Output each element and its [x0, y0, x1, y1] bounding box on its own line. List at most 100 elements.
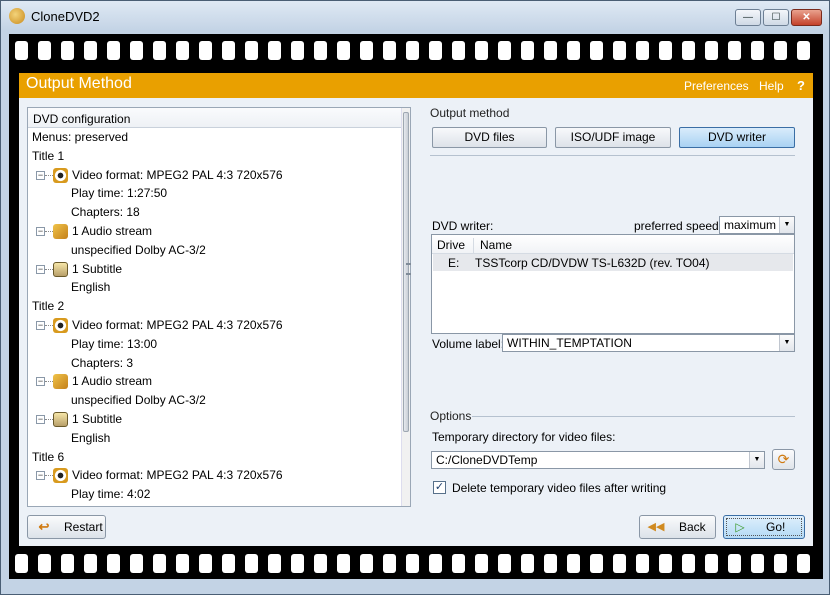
help-links: Preferences Help ?	[677, 78, 805, 93]
collapse-icon[interactable]: −	[36, 414, 45, 424]
tree-branch[interactable]: − Video format: MPEG2 PAL 4:3 720x576	[28, 166, 402, 185]
tree-leaf[interactable]: unspecified Dolby AC-3/2	[28, 241, 402, 260]
tree-branch[interactable]: − 1 Subtitle	[28, 260, 402, 279]
tree-node[interactable]: Title 2	[28, 297, 402, 316]
chevron-down-icon[interactable]: ▼	[779, 335, 794, 351]
chevron-down-icon[interactable]: ▼	[779, 217, 794, 233]
dvd-files-button[interactable]: DVD files	[432, 127, 547, 148]
sprocket-hole	[544, 41, 557, 60]
column-name[interactable]: Name	[480, 238, 512, 252]
collapse-icon[interactable]: −	[36, 471, 45, 481]
tree-connector	[45, 230, 53, 232]
tree-leaf[interactable]: English	[28, 429, 402, 448]
iso-image-button[interactable]: ISO/UDF image	[555, 127, 671, 148]
collapse-icon[interactable]: −	[36, 377, 45, 387]
sprocket-hole	[84, 554, 97, 573]
minimize-button[interactable]: —	[735, 9, 761, 26]
sprocket-hole	[498, 554, 511, 573]
tree-branch[interactable]: − 1 Subtitle	[28, 410, 402, 429]
collapse-icon[interactable]: −	[36, 320, 45, 330]
help-link[interactable]: Help	[759, 79, 784, 93]
tree-connector	[45, 475, 53, 477]
tree-connector	[45, 381, 53, 383]
tree-branch[interactable]: − Video format: MPEG2 PAL 4:3 720x576	[28, 316, 402, 335]
back-button[interactable]: ◀◀ Back	[639, 515, 716, 539]
sprocket-hole	[38, 41, 51, 60]
volume-label-combo[interactable]: WITHIN_TEMPTATION ▼	[502, 334, 795, 352]
sprocket-hole	[222, 554, 235, 573]
sprocket-hole	[659, 41, 672, 60]
eye-icon	[53, 167, 68, 183]
main-panel: DVD configuration Menus: preserved Title …	[19, 98, 813, 546]
refresh-button[interactable]: ⟳	[772, 449, 795, 470]
close-button[interactable]: ✕	[791, 9, 822, 26]
tree-node[interactable]: Title 6	[28, 448, 402, 467]
restart-button[interactable]: ↩ Restart	[27, 515, 106, 539]
go-button[interactable]: ▷ Go!	[723, 515, 805, 539]
tree-label: English	[71, 280, 111, 295]
tree-scrollbar[interactable]	[401, 108, 410, 506]
tree-leaf[interactable]: Chapters: 18	[28, 203, 402, 222]
speed-value: maximum	[724, 218, 777, 232]
tree-label: 1 Subtitle	[72, 261, 123, 276]
sprocket-hole	[728, 41, 741, 60]
divider	[472, 416, 795, 417]
sprocket-hole	[659, 554, 672, 573]
splitter-handle[interactable]	[406, 263, 411, 275]
chevron-down-icon[interactable]: ▼	[749, 452, 764, 468]
tree-label: Play time: 13:00	[71, 336, 158, 351]
preferences-link[interactable]: Preferences	[684, 79, 749, 93]
tree-leaf[interactable]: Play time: 4:02	[28, 485, 402, 504]
tree-leaf[interactable]: Chapters: 1	[28, 504, 402, 507]
tree-connector	[45, 324, 53, 326]
tree-label: 1 Subtitle	[72, 411, 123, 426]
go-label: Go!	[766, 520, 786, 534]
tree-branch[interactable]: − 1 Audio stream	[28, 222, 402, 241]
tree-node[interactable]: Menus: preserved	[28, 128, 402, 147]
tree-node[interactable]: Title 1	[28, 147, 402, 166]
sprocket-hole	[153, 41, 166, 60]
dvd-configuration-tree[interactable]: DVD configuration Menus: preserved Title …	[27, 107, 411, 507]
maximize-button[interactable]: ☐	[763, 9, 789, 26]
film-holes	[15, 41, 810, 60]
play-icon: ▷	[735, 520, 745, 534]
tree-branch[interactable]: − Video format: MPEG2 PAL 4:3 720x576	[28, 466, 402, 485]
dvd-writer-label: DVD writer:	[432, 219, 494, 233]
film-strip-bottom	[9, 547, 823, 579]
sprocket-hole	[774, 41, 787, 60]
tree-leaf[interactable]: Play time: 1:27:50	[28, 184, 402, 203]
column-drive[interactable]: Drive	[437, 238, 465, 252]
drive-list[interactable]: Drive Name E: TSSTcorp CD/DVDW TS-L632D …	[431, 234, 795, 334]
collapse-icon[interactable]: −	[36, 170, 45, 180]
sprocket-hole	[751, 41, 764, 60]
help-question-icon[interactable]: ?	[797, 78, 805, 93]
sprocket-hole	[475, 41, 488, 60]
delete-temp-checkbox[interactable]: ✓	[433, 481, 446, 494]
audio-icon	[53, 223, 68, 239]
subtitle-icon	[53, 261, 68, 277]
tree-label: Video format: MPEG2 PAL 4:3 720x576	[72, 468, 283, 483]
sprocket-hole	[613, 41, 626, 60]
tree-leaf[interactable]: Play time: 13:00	[28, 335, 402, 354]
collapse-icon[interactable]: −	[36, 264, 45, 274]
sprocket-hole	[314, 554, 327, 573]
delete-temp-label[interactable]: Delete temporary video files after writi…	[452, 481, 666, 495]
drive-row[interactable]: E: TSSTcorp CD/DVDW TS-L632D (rev. TO04)	[433, 254, 793, 271]
sprocket-hole	[107, 554, 120, 573]
rewind-icon: ◀◀	[647, 521, 665, 533]
collapse-icon[interactable]: −	[36, 226, 45, 236]
title-bar[interactable]: CloneDVD2 — ☐ ✕	[1, 1, 829, 31]
output-method-group-label: Output method	[430, 106, 510, 120]
tree-leaf[interactable]: unspecified Dolby AC-3/2	[28, 391, 402, 410]
dvd-writer-button[interactable]: DVD writer	[679, 127, 795, 148]
temp-directory-combo[interactable]: C:/CloneDVDTemp ▼	[431, 451, 765, 469]
speed-select[interactable]: maximum ▼	[719, 216, 795, 234]
sprocket-hole	[38, 554, 51, 573]
sprocket-hole	[590, 554, 603, 573]
sprocket-hole	[705, 41, 718, 60]
tree-label: unspecified Dolby AC-3/2	[71, 242, 206, 257]
tree-leaf[interactable]: Chapters: 3	[28, 354, 402, 373]
tree-label: English	[71, 430, 111, 445]
tree-branch[interactable]: − 1 Audio stream	[28, 372, 402, 391]
tree-leaf[interactable]: English	[28, 278, 402, 297]
